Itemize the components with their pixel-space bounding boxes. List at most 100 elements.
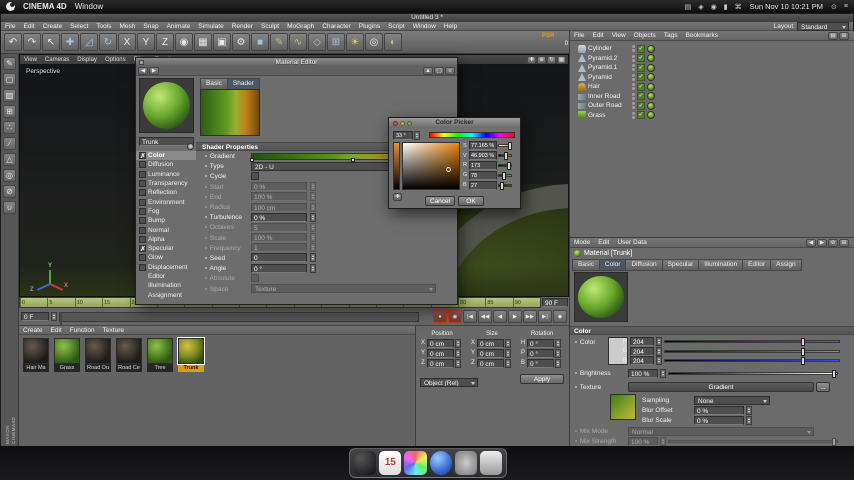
workplane-mode-button[interactable]: ⊞ [3, 105, 16, 118]
octaves-field[interactable]: 5 [251, 223, 307, 232]
object-name[interactable]: Pyramid [588, 74, 630, 81]
channel-checkbox[interactable] [139, 208, 146, 215]
field-spinner[interactable] [656, 337, 662, 346]
slider-knob[interactable] [507, 162, 511, 170]
material-thumbnail[interactable] [23, 338, 49, 364]
subdivision-surface-button[interactable]: ◇ [308, 33, 326, 51]
material-channel[interactable]: Bump [136, 216, 196, 225]
visibility-dots[interactable] [632, 111, 635, 119]
viewport-menu-item[interactable]: Display [73, 57, 101, 63]
object-row[interactable]: Hair [570, 82, 854, 92]
field-spinner[interactable] [505, 339, 511, 348]
color-cursor[interactable] [446, 167, 451, 172]
polygons-mode-button[interactable]: △ [3, 153, 16, 166]
texture-browse-button[interactable]: ... [816, 382, 830, 392]
go-to-start-button[interactable]: |◀ [463, 310, 477, 323]
field-spinner[interactable] [455, 349, 461, 358]
material-channel[interactable]: Color [136, 151, 196, 160]
zoom-icon[interactable] [407, 121, 412, 126]
slider-knob[interactable] [832, 370, 836, 378]
mix-strength-slider[interactable] [668, 440, 838, 443]
hue-field[interactable]: 33 ° [393, 131, 413, 140]
object-manager-menu-item[interactable]: Edit [588, 31, 607, 40]
material-tag-icon[interactable] [647, 92, 655, 100]
float-icon[interactable]: ▢ [434, 67, 444, 75]
slider-knob[interactable] [502, 172, 506, 180]
snap-toggle-button[interactable]: ◎ [3, 169, 16, 182]
close-icon[interactable] [393, 121, 398, 126]
object-name[interactable]: Outer Road [588, 102, 630, 109]
slider-knob[interactable] [801, 338, 805, 346]
visibility-dots[interactable] [632, 92, 635, 100]
material-channel[interactable]: Environment [136, 197, 196, 206]
scale-field[interactable]: 100 % [251, 233, 307, 242]
add-light-button[interactable]: ☀ [346, 33, 364, 51]
timeline-tick[interactable]: 0 [20, 298, 47, 307]
field-spinner[interactable] [310, 223, 316, 232]
mix-strength-field[interactable]: 100 % [628, 437, 658, 446]
timeline-scrollbar[interactable] [59, 312, 419, 322]
phong-tag-icon[interactable] [637, 45, 645, 53]
play-button[interactable]: ▶ [508, 310, 522, 323]
pan-view-button[interactable]: ✚ [527, 56, 536, 64]
app-menu-item[interactable]: Tools [92, 22, 115, 31]
material-channel[interactable]: Normal [136, 225, 196, 234]
object-manager-menu-item[interactable]: View [608, 31, 630, 40]
history-forward-icon[interactable]: ▶ [817, 239, 827, 247]
z-axis-toggle[interactable]: Z [156, 33, 174, 51]
material-tag-icon[interactable] [647, 45, 655, 53]
material-channel[interactable]: Illumination [136, 281, 196, 290]
material-channel[interactable]: Specular [136, 244, 196, 253]
app-menu-item[interactable]: Snap [139, 22, 162, 31]
app-menu-item[interactable]: Edit [19, 22, 38, 31]
attribute-tab[interactable]: Basic [572, 259, 600, 271]
cycle-checkbox[interactable] [251, 172, 259, 180]
viewport-menu-item[interactable]: Options [101, 57, 130, 63]
object-row[interactable]: Pyramid.1 [570, 63, 854, 73]
field-spinner[interactable] [555, 349, 561, 358]
channel-checkbox[interactable] [139, 264, 146, 271]
rotate-view-button[interactable]: ↻ [547, 56, 556, 64]
material-channel[interactable]: Transparency [136, 179, 196, 188]
space-dropdown[interactable]: Texture [251, 284, 436, 293]
browser[interactable] [430, 451, 452, 475]
add-primitive-button[interactable]: ■ [251, 33, 269, 51]
field-spinner[interactable] [505, 349, 511, 358]
previous-key-button[interactable]: ◀◀ [478, 310, 492, 323]
channel-slider[interactable] [664, 340, 840, 343]
viewport-menu-item[interactable]: View [20, 57, 41, 63]
phong-tag-icon[interactable] [637, 64, 645, 72]
magnet-tool-button[interactable]: ∪ [3, 201, 16, 214]
display-icon[interactable]: ▤ [685, 3, 692, 11]
material-thumbnail[interactable] [116, 338, 142, 364]
redo-button[interactable]: ↷ [23, 33, 41, 51]
slider-value-field[interactable]: 78 [469, 171, 497, 180]
object-name[interactable]: Pyramid.1 [588, 64, 630, 71]
object-name[interactable]: Pyramid.2 [588, 55, 630, 62]
slider-value-field[interactable]: 46.903 % [469, 151, 497, 160]
previous-frame-button[interactable]: ◀ [493, 310, 507, 323]
radius-field[interactable]: 100 cm [251, 203, 307, 212]
slider-knob[interactable] [508, 142, 512, 150]
pin-icon[interactable]: ▲ [423, 67, 433, 75]
phong-tag-icon[interactable] [637, 92, 645, 100]
channel-checkbox[interactable] [139, 152, 146, 159]
add-camera-button[interactable]: ◎ [365, 33, 383, 51]
color-slider[interactable] [498, 174, 512, 177]
autokey-button[interactable]: ◉ [448, 310, 462, 323]
absolute-checkbox[interactable] [251, 274, 259, 282]
forward-icon[interactable]: ▶ [149, 67, 159, 75]
field-spinner[interactable] [746, 416, 752, 425]
make-editable-button[interactable]: ✎ [3, 57, 16, 70]
keyboard-icon[interactable]: ⌘ [735, 3, 742, 11]
material-menu-item[interactable]: Edit [47, 326, 66, 335]
timeline-tick[interactable]: 10 [75, 298, 102, 307]
y-axis-toggle[interactable]: Y [137, 33, 155, 51]
macos-clock[interactable]: Sun Nov 10 10:21 PM [750, 2, 823, 11]
material-thumbnail[interactable] [54, 338, 80, 364]
slider-knob[interactable] [504, 152, 508, 160]
material-preview[interactable] [139, 78, 194, 133]
material-item[interactable]: Tree [147, 338, 175, 372]
minimize-icon[interactable] [400, 121, 405, 126]
color-slider[interactable] [498, 164, 512, 167]
